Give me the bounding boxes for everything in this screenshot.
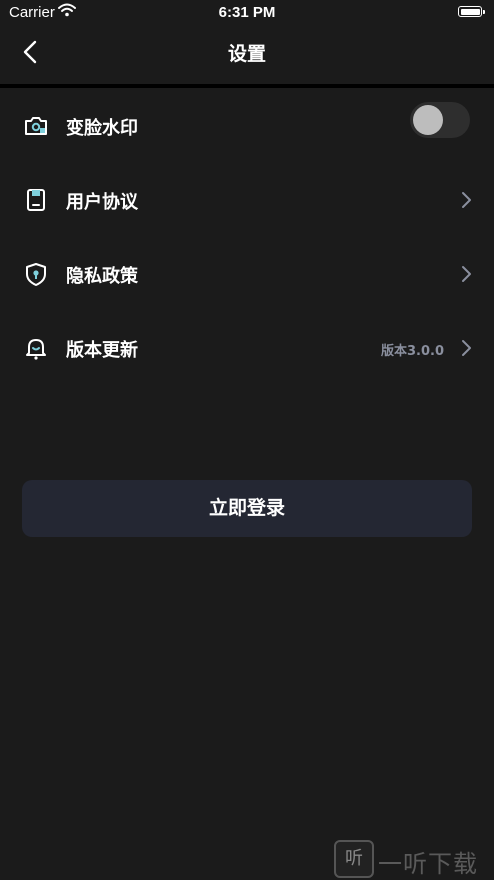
watermark-text: 一听下载 (378, 850, 478, 878)
status-bar: Carrier 6:31 PM (0, 0, 494, 26)
settings-list: 变脸水印 用户协议 隐私政策 版本更新 版本3.0.0 (0, 88, 494, 384)
battery-icon (458, 6, 482, 17)
settings-item-face-watermark: 变脸水印 (0, 88, 494, 162)
chevron-right-icon (462, 192, 471, 208)
settings-item-label: 版本更新 (66, 340, 138, 361)
watermark-toggle[interactable] (410, 102, 470, 138)
shield-lock-icon (26, 263, 46, 286)
settings-item-version-update[interactable]: 版本更新 版本3.0.0 (0, 310, 494, 384)
watermark-logo: 听 (334, 840, 374, 878)
clock: 6:31 PM (218, 4, 276, 21)
settings-item-label: 隐私政策 (66, 266, 138, 287)
settings-item-user-agreement[interactable]: 用户协议 (0, 162, 494, 236)
login-button[interactable]: 立即登录 (22, 480, 472, 537)
navigation-bar: 设置 (0, 26, 494, 84)
chevron-right-icon (462, 340, 471, 356)
battery-cap (483, 10, 485, 14)
page-title: 设置 (227, 43, 266, 65)
bell-icon (26, 339, 46, 360)
camera-icon (25, 117, 47, 135)
site-watermark: 听 一听下载 (332, 838, 492, 880)
settings-item-label: 用户协议 (66, 192, 138, 213)
settings-item-label: 变脸水印 (66, 118, 138, 139)
version-number: 版本3.0.0 (380, 344, 444, 359)
toggle-knob (413, 105, 443, 135)
phone-document-icon (27, 189, 45, 211)
settings-item-privacy-policy[interactable]: 隐私政策 (0, 236, 494, 310)
chevron-right-icon (462, 266, 471, 282)
